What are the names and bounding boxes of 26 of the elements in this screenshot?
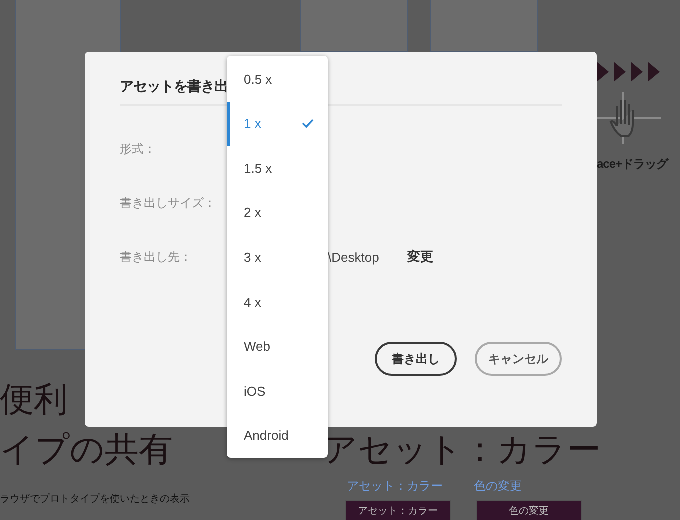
menu-option[interactable]: 0.5 x [227,57,328,102]
menu-option[interactable]: Web [227,324,328,369]
menu-option[interactable]: 3 x [227,235,328,280]
field-label: 書き出しサイズ： [120,194,217,212]
shortcut-label: ace+ドラッグ [597,156,668,173]
menu-option[interactable]: 1.5 x [227,146,328,191]
screen-header-bar: 色の変更 [476,500,582,520]
figure-caption: ラウザでプロトタイプを使いたときの表示 [0,492,190,506]
page-heading: イプの共有 [0,433,173,467]
menu-option[interactable]: iOS [227,368,328,414]
page-heading: 便利 [0,383,68,417]
panel-title: アセット：カラー [347,478,443,495]
cancel-button[interactable]: キャンセル [475,342,562,376]
screen-header-bar: アセット：カラー [345,500,451,520]
panel-title: 色の変更 [474,478,522,495]
menu-option[interactable]: 2 x [227,190,328,236]
export-button[interactable]: 書き出し [375,342,457,376]
menu-option[interactable]: 4 x [227,280,328,324]
dialog-title: アセットを書き出 [120,78,228,96]
change-link[interactable]: 変更 [407,248,434,266]
hand-icon [595,92,663,144]
field-label: 書き出し先： [120,248,193,266]
field-label: 形式： [120,140,157,158]
menu-option[interactable]: 1 x [227,102,328,146]
check-icon [302,119,314,128]
path-value: \Desktop [328,250,380,264]
